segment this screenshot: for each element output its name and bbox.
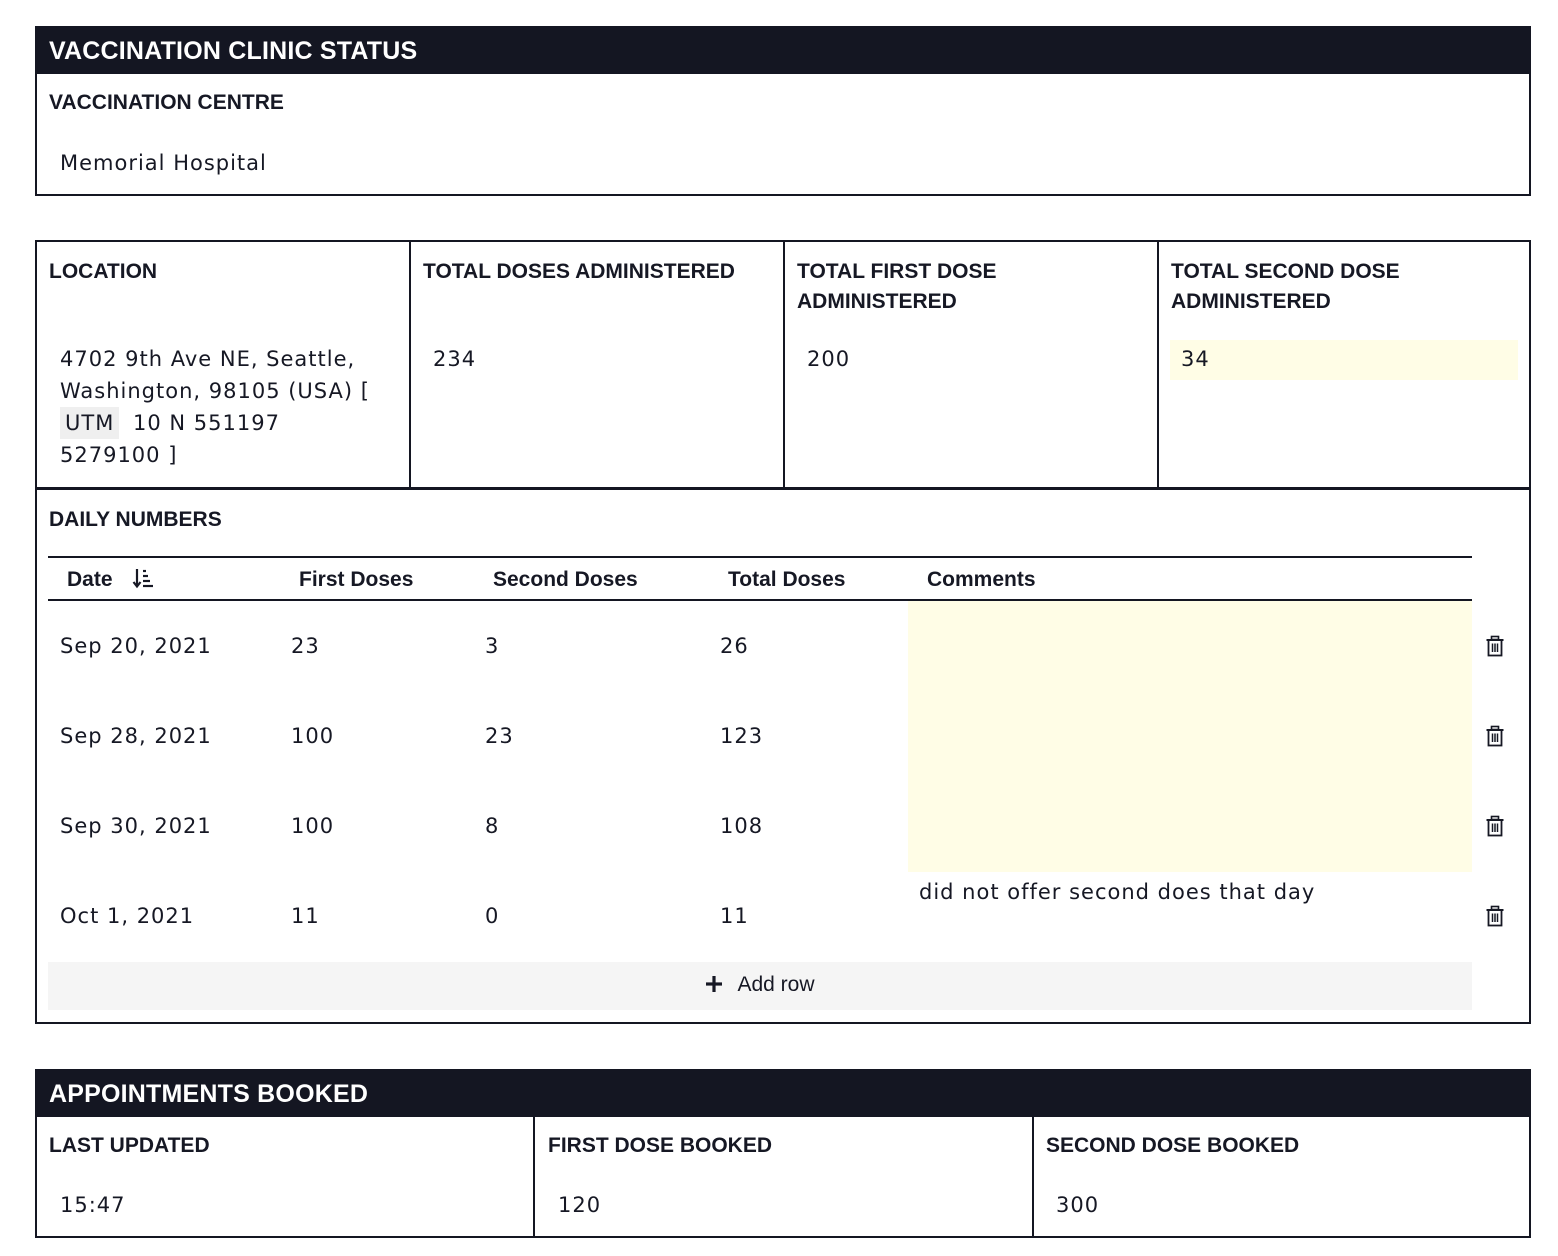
total-first-dose-value: 200 xyxy=(807,347,851,371)
add-row-button[interactable]: Add row xyxy=(48,962,1472,1010)
row-3-second[interactable]: 8 xyxy=(485,811,499,841)
plus-icon xyxy=(706,976,723,992)
row-2-second[interactable]: 23 xyxy=(485,721,514,751)
row-4-comment[interactable]: did not offer second does that day xyxy=(919,877,1459,907)
delete-row-4-icon[interactable] xyxy=(1484,905,1506,927)
row-4-total: 11 xyxy=(720,904,749,928)
total-second-dose-label: TOTAL SECOND DOSE ADMINISTERED xyxy=(1171,257,1400,317)
sort-descending-icon[interactable] xyxy=(132,566,156,590)
total-doses-value: 234 xyxy=(433,347,477,371)
second-dose-booked-value[interactable]: 300 xyxy=(1056,1189,1099,1221)
location-address-line1: 4702 9th Ave NE, Seattle, xyxy=(60,347,356,371)
location-address-line2: Washington, 98105 (USA) [ xyxy=(60,379,370,403)
row-3-total: 108 xyxy=(720,814,764,838)
delete-row-1-icon[interactable] xyxy=(1484,635,1506,657)
second-dose-booked-label: SECOND DOSE BOOKED xyxy=(1046,1134,1300,1157)
total-second-dose-label-line1: TOTAL SECOND DOSE xyxy=(1171,260,1400,283)
vaccination-centre-label: VACCINATION CENTRE xyxy=(49,91,284,114)
comments-highlight xyxy=(908,601,1472,872)
second-dose-highlight xyxy=(1170,340,1518,380)
total-first-dose-label-line2: ADMINISTERED xyxy=(797,290,957,313)
row-1-second[interactable]: 3 xyxy=(485,631,499,661)
first-dose-booked-label: FIRST DOSE BOOKED xyxy=(548,1134,773,1157)
delete-row-3-icon[interactable] xyxy=(1484,815,1506,837)
total-second-dose-value[interactable]: 34 xyxy=(1181,343,1210,375)
utm-tag: UTM xyxy=(60,407,120,439)
table-top-border xyxy=(48,556,1472,558)
row-3-first[interactable]: 100 xyxy=(291,811,334,841)
col-second-doses-header[interactable]: Second Doses xyxy=(493,564,638,596)
utm-northing: 5279100 ] xyxy=(60,443,178,467)
row-1-date[interactable]: Sep 20, 2021 xyxy=(60,631,212,661)
total-first-dose-label: TOTAL FIRST DOSE ADMINISTERED xyxy=(797,257,997,317)
total-second-dose-label-line2: ADMINISTERED xyxy=(1171,290,1331,313)
row-2-first[interactable]: 100 xyxy=(291,721,334,751)
daily-numbers-label: DAILY NUMBERS xyxy=(49,508,222,531)
row-1-first[interactable]: 23 xyxy=(291,631,320,661)
appointments-panel: LAST UPDATED 15:47 FIRST DOSE BOOKED 120… xyxy=(35,1115,1531,1238)
row-4-date[interactable]: Oct 1, 2021 xyxy=(60,901,194,931)
add-row-label: Add row xyxy=(737,973,815,996)
total-first-dose-label-line1: TOTAL FIRST DOSE xyxy=(797,260,997,283)
row-1-total: 26 xyxy=(720,634,749,658)
row-4-second[interactable]: 0 xyxy=(485,901,499,931)
delete-row-2-icon[interactable] xyxy=(1484,725,1506,747)
col-comments-header[interactable]: Comments xyxy=(927,564,1036,596)
location-value[interactable]: 4702 9th Ave NE, Seattle, Washington, 98… xyxy=(60,343,400,471)
row-2-date[interactable]: Sep 28, 2021 xyxy=(60,721,212,751)
col-total-doses-header[interactable]: Total Doses xyxy=(728,564,845,596)
row-4-first[interactable]: 11 xyxy=(291,901,320,931)
vaccination-centre-value[interactable]: Memorial Hospital xyxy=(60,147,267,179)
row-2-total: 123 xyxy=(720,724,764,748)
row-3-date[interactable]: Sep 30, 2021 xyxy=(60,811,212,841)
last-updated-label: LAST UPDATED xyxy=(49,1134,210,1157)
col-first-doses-header[interactable]: First Doses xyxy=(299,564,413,596)
vaccination-centre-panel: VACCINATION CENTRE Memorial Hospital xyxy=(35,72,1531,196)
col-date-header[interactable]: Date xyxy=(67,564,156,596)
location-label: LOCATION xyxy=(49,260,158,283)
total-doses-label: TOTAL DOSES ADMINISTERED xyxy=(423,260,735,283)
col-date-label: Date xyxy=(67,568,113,591)
appointments-header: APPOINTMENTS BOOKED xyxy=(35,1069,1531,1116)
clinic-status-header: VACCINATION CLINIC STATUS xyxy=(35,26,1531,73)
utm-value: 10 N 551197 xyxy=(133,411,280,435)
last-updated-value: 15:47 xyxy=(60,1193,126,1217)
first-dose-booked-value[interactable]: 120 xyxy=(558,1189,601,1221)
